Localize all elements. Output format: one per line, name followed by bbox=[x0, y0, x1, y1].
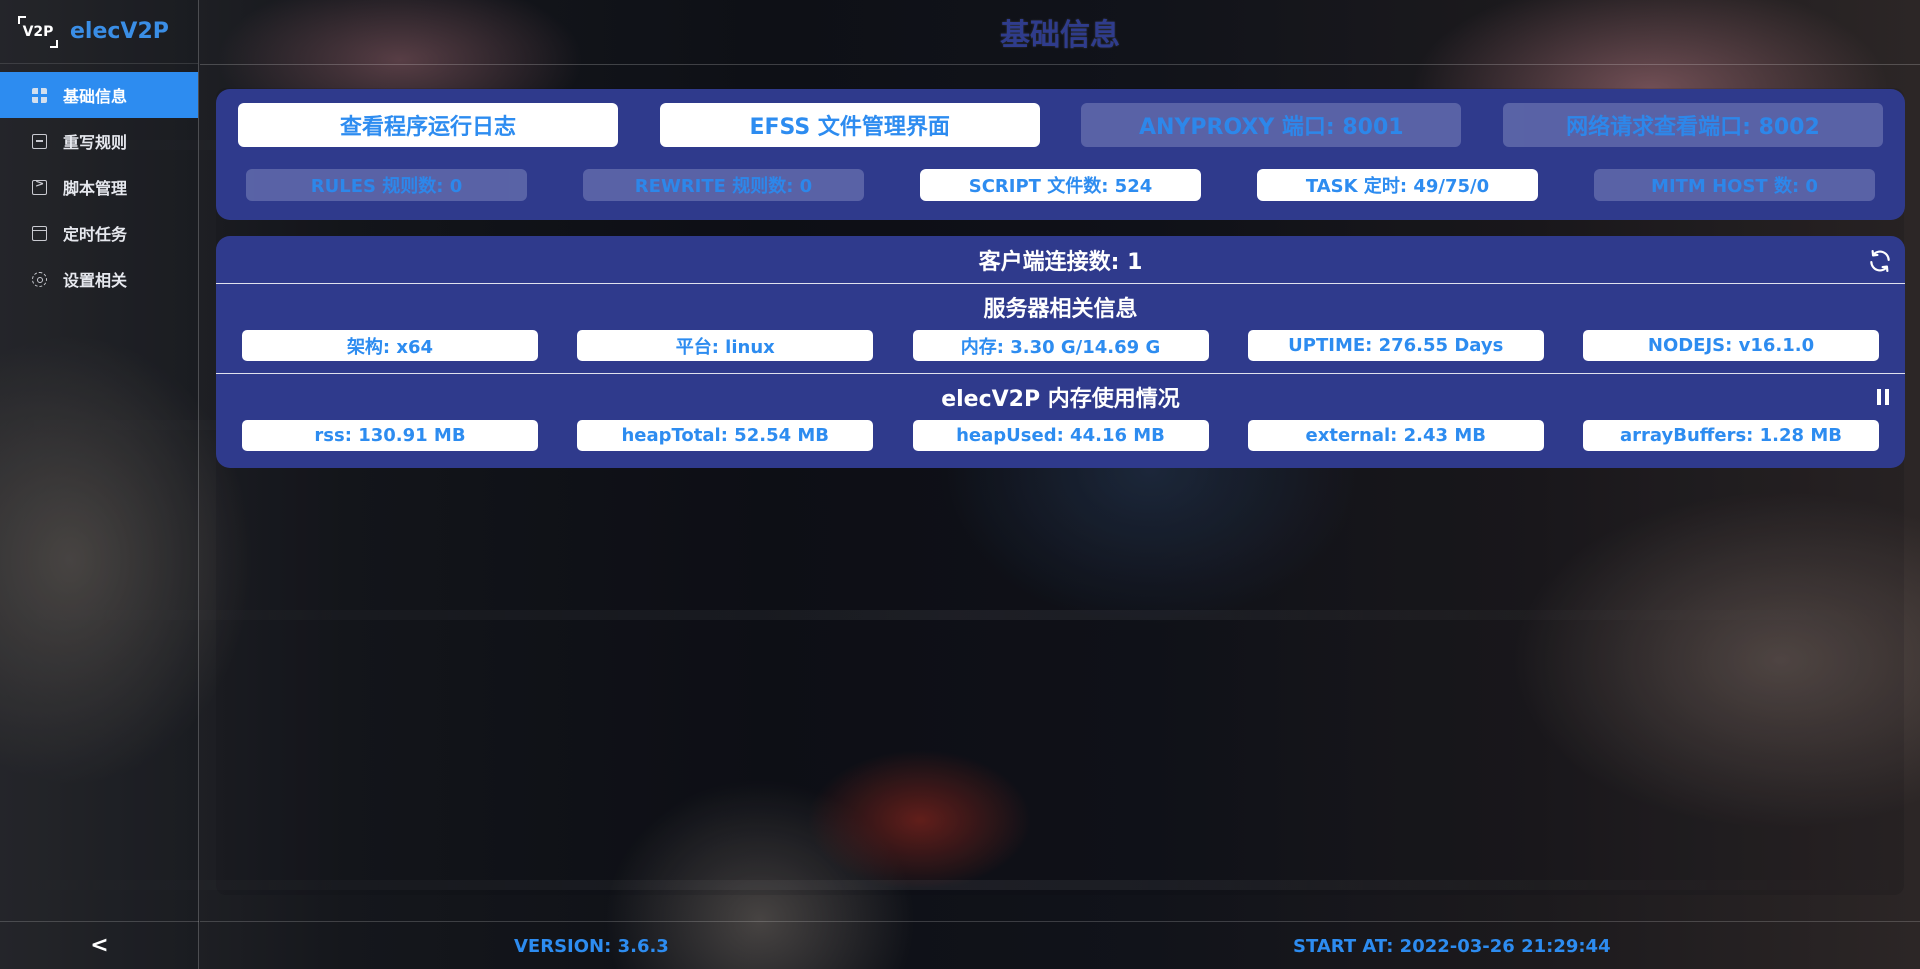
collapse-sidebar-button[interactable]: < bbox=[0, 921, 199, 969]
server-nodejs: NODEJS: v16.1.0 bbox=[1583, 330, 1879, 361]
gear-icon bbox=[32, 271, 47, 287]
sidebar-item-settings[interactable]: 设置相关 bbox=[0, 256, 198, 302]
script-count-button[interactable]: SCRIPT 文件数: 524 bbox=[920, 169, 1201, 201]
pause-icon[interactable] bbox=[1877, 389, 1889, 405]
app-logo: V2P bbox=[18, 15, 58, 48]
grid-icon bbox=[32, 87, 47, 103]
server-info-card: 客户端连接数: 1 服务器相关信息 架构: x64 平台: linux 内存: … bbox=[216, 236, 1905, 468]
sidebar-item-scripts[interactable]: 脚本管理 bbox=[0, 164, 198, 210]
server-platform: 平台: linux bbox=[577, 330, 874, 361]
client-count: 客户端连接数: 1 bbox=[978, 249, 1143, 275]
stats-row: RULES 规则数: 0 REWRITE 规则数: 0 SCRIPT 文件数: … bbox=[238, 169, 1883, 201]
server-uptime: UPTIME: 276.55 Days bbox=[1247, 330, 1544, 361]
task-count-button[interactable]: TASK 定时: 49/75/0 bbox=[1257, 169, 1538, 201]
sidebar-item-label: 重写规则 bbox=[63, 133, 128, 152]
sidebar-item-basic-info[interactable]: 基础信息 bbox=[0, 72, 198, 118]
client-count-header: 客户端连接数: 1 bbox=[216, 236, 1905, 284]
memory-heap-total: heapTotal: 52.54 MB bbox=[577, 420, 874, 451]
sidebar-item-label: 基础信息 bbox=[63, 87, 128, 106]
version-text: VERSION: 3.6.3 bbox=[514, 936, 669, 957]
mitm-host-count-button[interactable]: MITM HOST 数: 0 bbox=[1594, 169, 1875, 201]
action-row: 查看程序运行日志 EFSS 文件管理界面 ANYPROXY 端口: 8001 网… bbox=[238, 103, 1883, 147]
refresh-icon[interactable] bbox=[1867, 248, 1893, 274]
footer: VERSION: 3.6.3 START AT: 2022-03-26 21:2… bbox=[200, 921, 1920, 969]
calendar-icon bbox=[32, 225, 47, 241]
memory-external: external: 2.43 MB bbox=[1247, 420, 1544, 451]
server-info-list: 架构: x64 平台: linux 内存: 3.30 G/14.69 G UPT… bbox=[216, 330, 1905, 361]
terminal-icon bbox=[32, 177, 47, 195]
rewrite-count-button[interactable]: REWRITE 规则数: 0 bbox=[583, 169, 864, 201]
request-view-port-button[interactable]: 网络请求查看端口: 8002 bbox=[1502, 103, 1883, 147]
memory-usage-list: rss: 130.91 MB heapTotal: 52.54 MB heapU… bbox=[216, 420, 1905, 451]
overview-card: 查看程序运行日志 EFSS 文件管理界面 ANYPROXY 端口: 8001 网… bbox=[216, 89, 1905, 220]
sidebar-item-label: 设置相关 bbox=[63, 271, 128, 290]
sidebar: V2P elecV2P 基础信息 重写规则 脚本管理 定时任务 设置相关 < bbox=[0, 0, 199, 969]
efss-button[interactable]: EFSS 文件管理界面 bbox=[659, 103, 1040, 147]
document-icon bbox=[32, 133, 47, 149]
memory-heap-used: heapUsed: 44.16 MB bbox=[912, 420, 1209, 451]
start-time-text: START AT: 2022-03-26 21:29:44 bbox=[1293, 936, 1611, 957]
brand[interactable]: V2P elecV2P bbox=[0, 0, 198, 64]
rules-count-button[interactable]: RULES 规则数: 0 bbox=[246, 169, 527, 201]
memory-usage-title: elecV2P 内存使用情况 bbox=[941, 387, 1180, 412]
sidebar-item-tasks[interactable]: 定时任务 bbox=[0, 210, 198, 256]
memory-array-buffers: arrayBuffers: 1.28 MB bbox=[1583, 420, 1879, 451]
server-arch: 架构: x64 bbox=[242, 330, 538, 361]
page-header: 基础信息 bbox=[200, 0, 1920, 65]
anyproxy-port-button[interactable]: ANYPROXY 端口: 8001 bbox=[1081, 103, 1462, 147]
memory-usage-header: elecV2P 内存使用情况 bbox=[216, 374, 1905, 420]
sidebar-nav: 基础信息 重写规则 脚本管理 定时任务 设置相关 bbox=[0, 72, 198, 302]
memory-rss: rss: 130.91 MB bbox=[242, 420, 538, 451]
page-title: 基础信息 bbox=[1000, 18, 1120, 53]
sidebar-item-label: 定时任务 bbox=[63, 225, 128, 244]
app-name: elecV2P bbox=[70, 19, 169, 44]
server-memory: 内存: 3.30 G/14.69 G bbox=[912, 330, 1209, 361]
sidebar-item-rewrite-rules[interactable]: 重写规则 bbox=[0, 118, 198, 164]
server-info-title: 服务器相关信息 bbox=[983, 297, 1138, 322]
sidebar-item-label: 脚本管理 bbox=[63, 179, 128, 198]
view-logs-button[interactable]: 查看程序运行日志 bbox=[238, 103, 618, 147]
